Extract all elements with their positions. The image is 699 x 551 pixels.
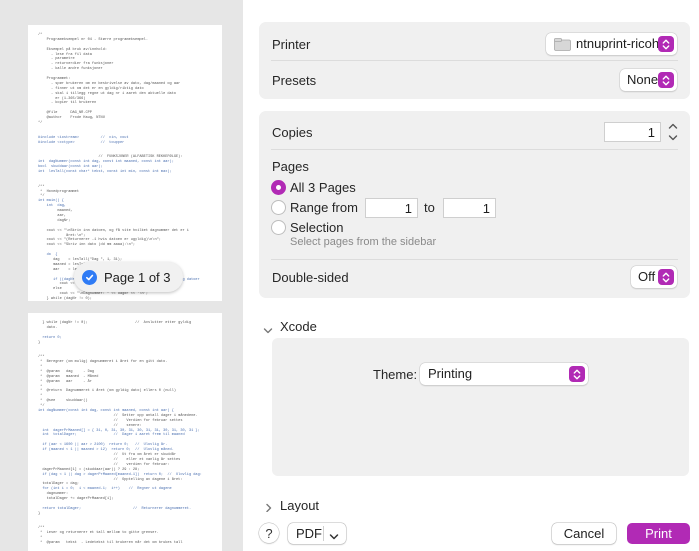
xcode-options-box: Theme: Printing	[272, 338, 689, 476]
code-line: cout << "\nSkriv inn datoen, og få vite …	[38, 228, 189, 233]
theme-label: Theme:	[373, 367, 418, 382]
code-line: if (dag < 1 || dag > dagerPrMaaned[maane…	[38, 472, 202, 477]
xcode-section-label[interactable]: Xcode	[280, 319, 317, 334]
theme-popup[interactable]: Printing	[420, 363, 588, 385]
chevron-up-down-icon	[658, 269, 674, 285]
radio-all-pages[interactable]	[271, 180, 286, 195]
presets-label: Presets	[272, 73, 317, 88]
divider	[271, 259, 678, 260]
chevron-up-down-icon	[658, 36, 674, 52]
range-from-label[interactable]: Range from	[290, 200, 358, 215]
pdf-label: PDF	[296, 526, 322, 541]
code-line: * @param tekst - Ledetekst til brukeren …	[38, 541, 183, 546]
chevron-up-down-icon	[569, 366, 585, 382]
range-to-field[interactable]: 1	[443, 198, 496, 218]
chevron-down-icon	[329, 529, 339, 544]
pdf-separator	[323, 526, 324, 541]
printer-presets-group: Printer ntnuprint-ricoh Presets None	[259, 22, 690, 99]
code-line: } while (dagNr != 0); // Avslutter etter…	[38, 321, 192, 325]
help-button[interactable]: ?	[259, 523, 279, 543]
radio-selection[interactable]	[271, 220, 286, 235]
copies-stepper[interactable]	[666, 119, 680, 145]
page-1-code: /* Programeksempel nr 04 - Større progra…	[38, 33, 214, 301]
selection-label[interactable]: Selection	[290, 220, 343, 235]
pages-label: Pages	[272, 159, 309, 174]
xcode-disclosure-icon[interactable]	[263, 322, 273, 340]
code-line: return totalDager; // Returnerer dagnumm…	[38, 506, 192, 511]
page-badge-label: Page 1 of 3	[104, 269, 171, 285]
all-pages-label[interactable]: All 3 Pages	[290, 180, 356, 195]
print-button[interactable]: Print	[627, 523, 690, 544]
printer-label: Printer	[272, 37, 311, 52]
page-thumbnail-2[interactable]: } while (dagNr != 0); // Avslutter etter…	[28, 313, 222, 551]
presets-popup[interactable]: None	[620, 69, 677, 91]
cancel-button[interactable]: Cancel	[552, 523, 616, 544]
range-to-label: to	[424, 200, 435, 215]
printer-value: ntnuprint-ricoh	[576, 36, 660, 51]
copies-field[interactable]: 1	[604, 122, 661, 142]
printer-folder-icon	[554, 38, 571, 54]
range-from-field[interactable]: 1	[365, 198, 418, 218]
page-thumbnail-1[interactable]: /* Programeksempel nr 04 - Større progra…	[28, 25, 222, 301]
code-line: } while (dagNr != 0);	[38, 297, 92, 301]
copies-label: Copies	[272, 125, 313, 140]
chevron-up-down-icon	[658, 72, 674, 88]
checkmark-icon	[82, 269, 97, 285]
double-sided-popup[interactable]: Off	[631, 266, 677, 288]
selection-hint: Select pages from the sidebar	[290, 236, 437, 248]
divider	[271, 60, 678, 61]
page-2-code: } while (dagNr != 0); // Avslutter etter…	[38, 321, 214, 546]
radio-range[interactable]	[271, 200, 286, 215]
print-dialog: /* Programeksempel nr 04 - Større progra…	[0, 0, 699, 551]
presets-value: None	[627, 72, 659, 87]
layout-section-label[interactable]: Layout	[280, 498, 319, 513]
printer-popup[interactable]: ntnuprint-ricoh	[546, 33, 677, 55]
theme-value: Printing	[428, 366, 473, 381]
double-sided-value: Off	[638, 269, 656, 284]
page-preview-sidebar[interactable]: /* Programeksempel nr 04 - Større progra…	[0, 0, 243, 551]
divider	[271, 149, 678, 150]
page-count-badge: Page 1 of 3	[74, 262, 183, 292]
copies-pages-group: Copies 1 Pages All 3 Pages Range from 1 …	[259, 111, 690, 298]
double-sided-label: Double-sided	[272, 270, 349, 285]
pdf-menu-button[interactable]: PDF	[288, 523, 346, 544]
